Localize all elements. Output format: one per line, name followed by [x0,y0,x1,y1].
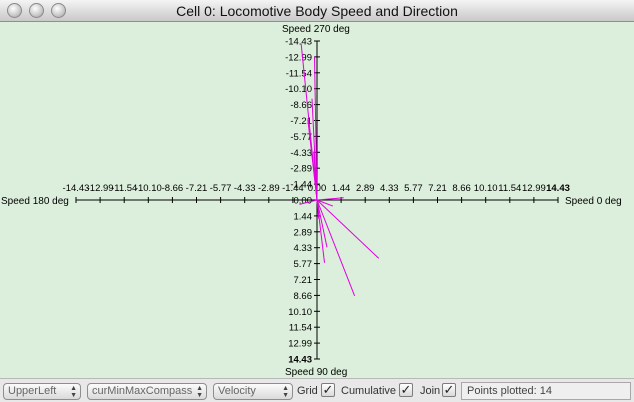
x-tick-label: 11.54 [498,183,521,194]
x-tick-label: -12.99 [87,183,114,194]
speed-270-label: Speed 270 deg [282,24,350,35]
join-checkbox[interactable]: ✓ [442,383,456,397]
y-tick-label: -8.66 [290,100,312,111]
updown-arrows-icon: ▲ ▼ [282,385,289,399]
y-tick-label: 10.10 [288,307,312,318]
y-tick-label: -12.99 [285,52,312,63]
y-tick-label: -5.77 [290,132,312,143]
x-tick-label: 14.43 [546,183,570,194]
y-tick-label: 8.66 [294,291,313,302]
quantity-popup-value: Velocity [218,385,256,397]
y-tick-label: 7.21 [294,275,313,286]
y-tick-label: 4.33 [294,243,313,254]
cumulative-checkbox[interactable]: ✓ [399,383,413,397]
x-tick-label: 4.33 [380,183,399,194]
y-tick-label: 1.44 [294,211,313,222]
updown-arrows-icon: ▲ ▼ [196,385,203,399]
x-tick-label: -10.10 [135,183,162,194]
control-bar: UpperLeft ▲ ▼ curMinMaxCompass ▲ ▼ Velocit… [0,378,634,402]
y-tick-label: 0.00 [294,196,313,207]
grid-checkbox[interactable]: ✓ [321,383,335,397]
join-label: Join [420,385,441,397]
cumulative-label: Cumulative [341,385,397,397]
y-tick-label: 14.43 [288,355,312,366]
scale-popup[interactable]: curMinMaxCompass ▲ ▼ [87,383,207,400]
x-tick-label: -7.21 [186,183,208,194]
x-tick-label: 10.10 [474,183,498,194]
x-tick-label: -11.54 [111,183,137,194]
window-title: Cell 0: Locomotive Body Speed and Direct… [176,3,458,19]
x-tick-label: 1.44 [332,183,351,194]
y-tick-label: 11.54 [289,323,312,334]
compass-plot-area: -14.43 -12.99 -11.54 -10.10 -8.66 -7.21 -5.77-… [0,22,634,378]
x-tick-label: -4.33 [234,183,256,194]
x-tick-label: 12.99 [522,183,546,194]
y-tick-label: 2.89 [294,227,313,238]
grid-label: Grid [297,385,318,397]
scale-popup-value: curMinMaxCompass [92,385,193,397]
points-plotted-status: Points plotted: 14 [461,382,631,400]
y-tick-label: -1.44 [290,180,312,191]
y-tick-label: 12.99 [288,339,312,350]
y-tick-label: -4.33 [290,148,312,159]
x-tick-label: 7.21 [428,183,447,194]
x-tick-label: 5.77 [404,183,423,194]
axes-layer: -14.43-12.99-11.54-10.10 -8.66 -7.21 -5.77-… [63,37,570,366]
y-tick-label: 5.77 [294,259,313,270]
y-tick-label: -10.10 [285,84,312,95]
x-tick-label: -8.66 [162,183,184,194]
x-tick-label: -5.77 [210,183,232,194]
y-tick-label: -11.54 [286,68,312,79]
updown-arrows-icon: ▲ ▼ [70,385,77,399]
speed-180-label: Speed 180 deg [1,196,69,207]
quantity-popup[interactable]: Velocity ▲ ▼ [213,383,293,400]
position-popup[interactable]: UpperLeft ▲ ▼ [3,383,81,400]
x-tick-label: 2.89 [356,183,375,194]
x-tick-label: -2.89 [258,183,280,194]
title-bar: Cell 0: Locomotive Body Speed and Direct… [0,0,634,22]
speed-0-label: Speed 0 deg [565,196,622,207]
speed-90-label: Speed 90 deg [285,367,347,378]
y-tick-label: -14.43 [285,37,312,48]
x-tick-label: -14.43 [63,183,90,194]
speed-vector [316,199,380,259]
x-tick-label: 8.66 [452,183,471,194]
compass-plot: -14.43-12.99-11.54-10.10 -8.66 -7.21 -5.77-… [1,24,622,378]
position-popup-value: UpperLeft [8,385,57,397]
y-tick-label: -2.89 [290,164,312,175]
